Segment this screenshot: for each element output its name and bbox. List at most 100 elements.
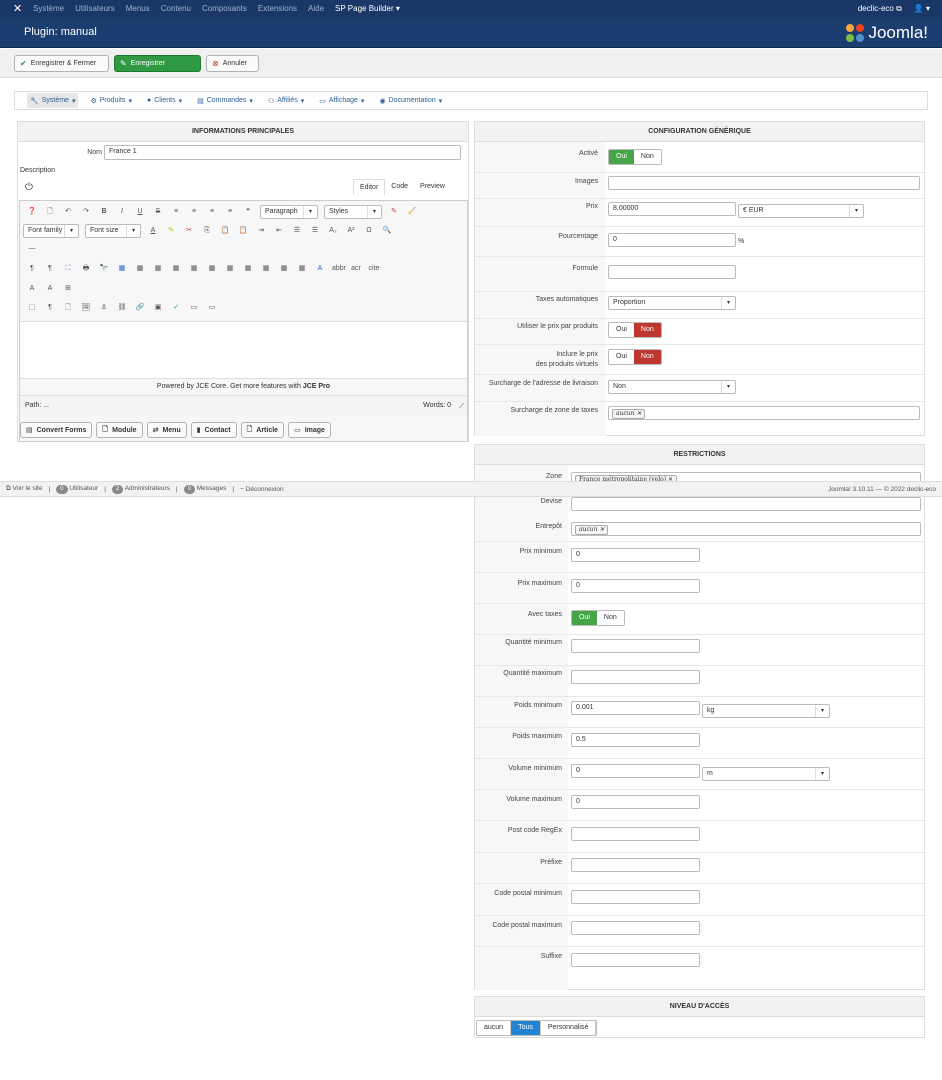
paste-text-icon[interactable]: 📋 [237,225,249,237]
paste-icon[interactable]: 📋 [219,225,231,237]
tax-zone-tag[interactable]: aucun ✕ [612,409,646,419]
highlight-icon[interactable]: ✎ [165,225,177,237]
power-icon[interactable]: ⏻ [25,182,33,193]
regex-input[interactable] [571,827,700,841]
include-price-yes[interactable]: Oui [609,350,634,364]
delete-col-icon[interactable]: ▦ [260,263,272,275]
max-volume-input[interactable]: 0 [571,795,700,809]
visual-chars-icon[interactable]: ¶ [44,302,56,314]
warehouse-tag[interactable]: aucun ✕ [575,525,609,535]
strike-icon[interactable]: A [26,283,38,295]
insert-row-before-icon[interactable]: ▦ [170,263,182,275]
messages-link[interactable]: 0 Messages [183,484,226,494]
access-all[interactable]: Tous [511,1021,541,1035]
topmenu-help[interactable]: Aide [308,4,324,13]
save-close-button[interactable]: ✔ Enregistrer & Fermer [14,55,109,72]
eraser-icon[interactable]: ✎ [388,206,400,218]
editor-content-area[interactable] [20,321,467,379]
ship-override-select[interactable]: Non ▾ [608,380,736,394]
prefix-input[interactable] [571,858,700,872]
tab-editor[interactable]: Editor [353,179,386,195]
with-tax-yes[interactable]: Oui [572,611,597,625]
jce-pro-link[interactable]: JCE Pro [303,383,330,390]
strikethrough-icon[interactable]: S [152,206,164,218]
undo-icon[interactable]: ↶ [62,206,74,218]
image-icon[interactable]: 🖼 [80,302,92,314]
suffix-input[interactable] [571,953,700,967]
table-icon[interactable]: ▦ [116,263,128,275]
text-color-icon[interactable]: A [147,225,159,237]
warehouse-input[interactable]: aucun ✕ [571,522,921,536]
active-toggle[interactable]: Oui Non [608,149,662,165]
currency-select[interactable]: € EUR ▾ [738,204,864,218]
insert-col-after-icon[interactable]: ▦ [242,263,254,275]
subscript-icon[interactable]: A₂ [327,225,339,237]
module-button[interactable]: 🗋 Module [96,422,143,438]
indent-icon[interactable]: ⇥ [255,225,267,237]
min-volume-input[interactable]: 0 [571,764,700,778]
paragraph-select[interactable]: Paragraph ▾ [260,205,318,219]
auto-tax-select[interactable]: Proportion ▾ [608,296,736,310]
min-postcode-input[interactable] [571,890,700,904]
max-postcode-input[interactable] [571,921,700,935]
numbered-list-icon[interactable]: ☰ [291,225,303,237]
blockquote-icon[interactable]: ❝ [242,206,254,218]
spell-icon[interactable]: ✓ [170,302,182,314]
tab-code[interactable]: Code [385,179,414,195]
abbr-icon[interactable]: abbr [332,263,346,275]
char-map-icon[interactable]: Ω [363,225,375,237]
align-right-icon[interactable]: ≡ [206,206,218,218]
use-price-yes[interactable]: Oui [609,323,634,337]
active-yes[interactable]: Oui [609,150,634,164]
rtl-icon[interactable]: ¶ [44,263,56,275]
site-link[interactable]: declic-eco ⧉ [858,4,902,14]
joomla-icon[interactable]: ✕ [13,3,27,15]
with-tax-toggle[interactable]: Oui Non [571,610,625,626]
article-break-icon[interactable]: ▭ [206,302,218,314]
acronym-icon[interactable]: acr [350,263,362,275]
delete-row-icon[interactable]: ▦ [206,263,218,275]
volume-unit-select[interactable]: m ▾ [702,767,830,781]
hr-icon[interactable]: ▭ [188,302,200,314]
include-price-toggle[interactable]: Oui Non [608,349,662,365]
merge-cells-icon[interactable]: ▦ [296,263,308,275]
topmenu-users[interactable]: Utilisateurs [75,4,115,13]
align-center-icon[interactable]: ≡ [188,206,200,218]
resize-handle-icon[interactable]: ⟋ [459,403,464,411]
table-cell-props-icon[interactable]: ▦ [152,263,164,275]
weight-unit-select[interactable]: kg ▾ [702,704,830,718]
menu-documentation[interactable]: ◉ Documentation ▾ [376,93,445,108]
topmenu-extensions[interactable]: Extensions [258,4,297,13]
image-button[interactable]: ▭ Image [288,422,331,438]
new-document-icon[interactable]: 🗋 [44,206,56,218]
table-row-props-icon[interactable]: ▦ [134,263,146,275]
ltr-icon[interactable]: ¶ [26,263,38,275]
formula-input[interactable] [608,265,736,279]
bold-icon[interactable]: B [98,206,110,218]
fullscreen-icon[interactable]: ⛶ [62,263,74,275]
price-input[interactable]: 8,00000 [608,202,736,216]
visual-aid-icon[interactable]: ⬚ [26,302,38,314]
user-menu[interactable]: 👤 ▾ [914,4,930,14]
menu-button[interactable]: ⇄ Menu [146,422,187,438]
menu-customers[interactable]: ● Clients ▾ [144,93,185,108]
access-none[interactable]: aucun [477,1021,512,1035]
min-price-input[interactable]: 0 [571,548,700,562]
italic-icon[interactable]: I [116,206,128,218]
use-price-toggle[interactable]: Oui Non [608,322,662,338]
font-family-select[interactable]: Font family ▾ [23,224,79,238]
menu-products[interactable]: ⚙ Produits ▾ [87,93,134,108]
menu-display[interactable]: ▭ Affichage ▾ [316,93,367,108]
topmenu-menus[interactable]: Menus [126,4,150,13]
insert-row-after-icon[interactable]: ▦ [188,263,200,275]
tab-preview[interactable]: Preview [414,179,451,195]
align-justify-icon[interactable]: ≡ [224,206,236,218]
currency-restriction-input[interactable] [571,497,921,511]
topmenu-content[interactable]: Contenu [161,4,191,13]
redo-icon[interactable]: ↷ [80,206,92,218]
menu-orders[interactable]: ▤ Commandes ▾ [194,93,256,108]
percent-input[interactable]: 0 [608,233,736,247]
spellcheck-icon[interactable]: A [314,263,326,275]
superscript-icon[interactable]: A² [345,225,357,237]
contact-button[interactable]: ▮ Contact [190,422,237,438]
